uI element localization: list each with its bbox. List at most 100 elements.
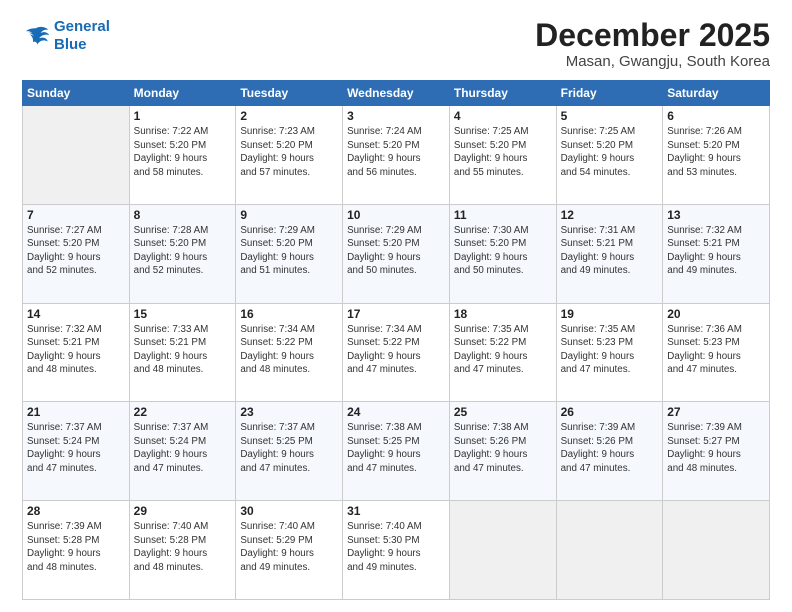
cell-date: 22 [134, 405, 232, 419]
cell-info: Sunrise: 7:39 AM Sunset: 5:26 PM Dayligh… [561, 421, 659, 475]
calendar-cell: 4 Sunrise: 7:25 AM Sunset: 5:20 PM Daylig… [449, 106, 556, 205]
calendar-cell: 8 Sunrise: 7:28 AM Sunset: 5:20 PM Daylig… [129, 204, 236, 303]
logo-icon [22, 25, 50, 47]
cell-date: 25 [454, 405, 552, 419]
cell-date: 30 [240, 504, 338, 518]
calendar-cell: 15Sunrise: 7:33 AM Sunset: 5:21 PM Dayli… [129, 303, 236, 402]
cell-info: Sunrise: 7:28 AM Sunset: 5:20 PM Dayligh… [134, 224, 232, 278]
cell-date: 20 [667, 307, 765, 321]
calendar-cell: 14Sunrise: 7:32 AM Sunset: 5:21 PM Dayli… [23, 303, 130, 402]
day-header-sunday: Sunday [23, 81, 130, 106]
header: General Blue December 2025 Masan, Gwangj… [22, 18, 770, 70]
cell-date: 28 [27, 504, 125, 518]
calendar-header-row: SundayMondayTuesdayWednesdayThursdayFrid… [23, 81, 770, 106]
calendar-cell: 20 Sunrise: 7:36 AM Sunset: 5:23 PM Dayli… [663, 303, 770, 402]
cell-info: Sunrise: 7:32 AM Sunset: 5:21 PM Dayligh… [27, 323, 125, 377]
cell-info: Sunrise: 7:35 AM Sunset: 5:23 PM Dayligh… [561, 323, 659, 377]
calendar-cell: 23Sunrise: 7:37 AM Sunset: 5:25 PM Dayli… [236, 402, 343, 501]
cell-date: 11 [454, 208, 552, 222]
cell-info: Sunrise: 7:26 AM Sunset: 5:20 PM Dayligh… [667, 125, 765, 179]
cell-info: Sunrise: 7:35 AM Sunset: 5:22 PM Dayligh… [454, 323, 552, 377]
calendar-cell [663, 501, 770, 600]
calendar-cell: 27 Sunrise: 7:39 AM Sunset: 5:27 PM Dayli… [663, 402, 770, 501]
cell-date: 26 [561, 405, 659, 419]
calendar-cell: 1 Sunrise: 7:22 AM Sunset: 5:20 PM Daylig… [129, 106, 236, 205]
cell-info: Sunrise: 7:30 AM Sunset: 5:20 PM Dayligh… [454, 224, 552, 278]
cell-info: Sunrise: 7:27 AM Sunset: 5:20 PM Dayligh… [27, 224, 125, 278]
cell-info: Sunrise: 7:34 AM Sunset: 5:22 PM Dayligh… [347, 323, 445, 377]
cell-info: Sunrise: 7:29 AM Sunset: 5:20 PM Dayligh… [347, 224, 445, 278]
cell-date: 3 [347, 109, 445, 123]
day-header-friday: Friday [556, 81, 663, 106]
day-header-tuesday: Tuesday [236, 81, 343, 106]
calendar-cell [449, 501, 556, 600]
cell-info: Sunrise: 7:31 AM Sunset: 5:21 PM Dayligh… [561, 224, 659, 278]
cell-info: Sunrise: 7:37 AM Sunset: 5:24 PM Dayligh… [134, 421, 232, 475]
cell-date: 8 [134, 208, 232, 222]
cell-date: 1 [134, 109, 232, 123]
cell-info: Sunrise: 7:38 AM Sunset: 5:25 PM Dayligh… [347, 421, 445, 475]
cell-date: 16 [240, 307, 338, 321]
cell-date: 17 [347, 307, 445, 321]
cell-date: 7 [27, 208, 125, 222]
calendar-cell: 19 Sunrise: 7:35 AM Sunset: 5:23 PM Dayli… [556, 303, 663, 402]
cell-info: Sunrise: 7:40 AM Sunset: 5:28 PM Dayligh… [134, 520, 232, 574]
cell-info: Sunrise: 7:34 AM Sunset: 5:22 PM Dayligh… [240, 323, 338, 377]
cell-info: Sunrise: 7:38 AM Sunset: 5:26 PM Dayligh… [454, 421, 552, 475]
calendar-cell: 29 Sunrise: 7:40 AM Sunset: 5:28 PM Dayli… [129, 501, 236, 600]
title-block: December 2025 Masan, Gwangju, South Kore… [535, 18, 770, 70]
cell-date: 31 [347, 504, 445, 518]
calendar-cell [556, 501, 663, 600]
logo: General Blue [22, 18, 110, 54]
cell-info: Sunrise: 7:25 AM Sunset: 5:20 PM Dayligh… [561, 125, 659, 179]
calendar-cell: 25 Sunrise: 7:38 AM Sunset: 5:26 PM Dayli… [449, 402, 556, 501]
calendar-cell: 3 Sunrise: 7:24 AM Sunset: 5:20 PM Daylig… [343, 106, 450, 205]
cell-info: Sunrise: 7:25 AM Sunset: 5:20 PM Dayligh… [454, 125, 552, 179]
cell-info: Sunrise: 7:22 AM Sunset: 5:20 PM Dayligh… [134, 125, 232, 179]
calendar-cell: 21Sunrise: 7:37 AM Sunset: 5:24 PM Dayli… [23, 402, 130, 501]
cell-info: Sunrise: 7:24 AM Sunset: 5:20 PM Dayligh… [347, 125, 445, 179]
week-row-4: 21Sunrise: 7:37 AM Sunset: 5:24 PM Dayli… [23, 402, 770, 501]
calendar-cell: 26 Sunrise: 7:39 AM Sunset: 5:26 PM Dayli… [556, 402, 663, 501]
day-header-wednesday: Wednesday [343, 81, 450, 106]
day-header-monday: Monday [129, 81, 236, 106]
day-header-saturday: Saturday [663, 81, 770, 106]
location: Masan, Gwangju, South Korea [535, 53, 770, 70]
calendar-cell: 31Sunrise: 7:40 AM Sunset: 5:30 PM Dayli… [343, 501, 450, 600]
cell-info: Sunrise: 7:36 AM Sunset: 5:23 PM Dayligh… [667, 323, 765, 377]
cell-info: Sunrise: 7:40 AM Sunset: 5:29 PM Dayligh… [240, 520, 338, 574]
calendar-cell: 16 Sunrise: 7:34 AM Sunset: 5:22 PM Dayli… [236, 303, 343, 402]
cell-date: 23 [240, 405, 338, 419]
cell-date: 2 [240, 109, 338, 123]
cell-date: 9 [240, 208, 338, 222]
cell-date: 19 [561, 307, 659, 321]
week-row-5: 28 Sunrise: 7:39 AM Sunset: 5:28 PM Dayli… [23, 501, 770, 600]
calendar-cell: 7 Sunrise: 7:27 AM Sunset: 5:20 PM Daylig… [23, 204, 130, 303]
cell-info: Sunrise: 7:39 AM Sunset: 5:27 PM Dayligh… [667, 421, 765, 475]
cell-info: Sunrise: 7:33 AM Sunset: 5:21 PM Dayligh… [134, 323, 232, 377]
calendar-cell: 30 Sunrise: 7:40 AM Sunset: 5:29 PM Dayli… [236, 501, 343, 600]
calendar-cell: 10 Sunrise: 7:29 AM Sunset: 5:20 PM Dayli… [343, 204, 450, 303]
cell-date: 12 [561, 208, 659, 222]
calendar-cell [23, 106, 130, 205]
week-row-3: 14Sunrise: 7:32 AM Sunset: 5:21 PM Dayli… [23, 303, 770, 402]
calendar-cell: 12 Sunrise: 7:31 AM Sunset: 5:21 PM Dayli… [556, 204, 663, 303]
cell-date: 10 [347, 208, 445, 222]
cell-date: 6 [667, 109, 765, 123]
month-title: December 2025 [535, 18, 770, 53]
calendar-cell: 9Sunrise: 7:29 AM Sunset: 5:20 PM Daylig… [236, 204, 343, 303]
cell-info: Sunrise: 7:39 AM Sunset: 5:28 PM Dayligh… [27, 520, 125, 574]
calendar-cell: 28 Sunrise: 7:39 AM Sunset: 5:28 PM Dayli… [23, 501, 130, 600]
cell-info: Sunrise: 7:37 AM Sunset: 5:24 PM Dayligh… [27, 421, 125, 475]
logo-text: General Blue [54, 18, 110, 54]
cell-date: 4 [454, 109, 552, 123]
calendar-table: SundayMondayTuesdayWednesdayThursdayFrid… [22, 80, 770, 600]
calendar-cell: 2Sunrise: 7:23 AM Sunset: 5:20 PM Daylig… [236, 106, 343, 205]
cell-date: 13 [667, 208, 765, 222]
calendar-cell: 22 Sunrise: 7:37 AM Sunset: 5:24 PM Dayli… [129, 402, 236, 501]
calendar-cell: 5 Sunrise: 7:25 AM Sunset: 5:20 PM Daylig… [556, 106, 663, 205]
cell-date: 27 [667, 405, 765, 419]
cell-date: 29 [134, 504, 232, 518]
cell-date: 5 [561, 109, 659, 123]
logo-line1: General [54, 18, 110, 35]
